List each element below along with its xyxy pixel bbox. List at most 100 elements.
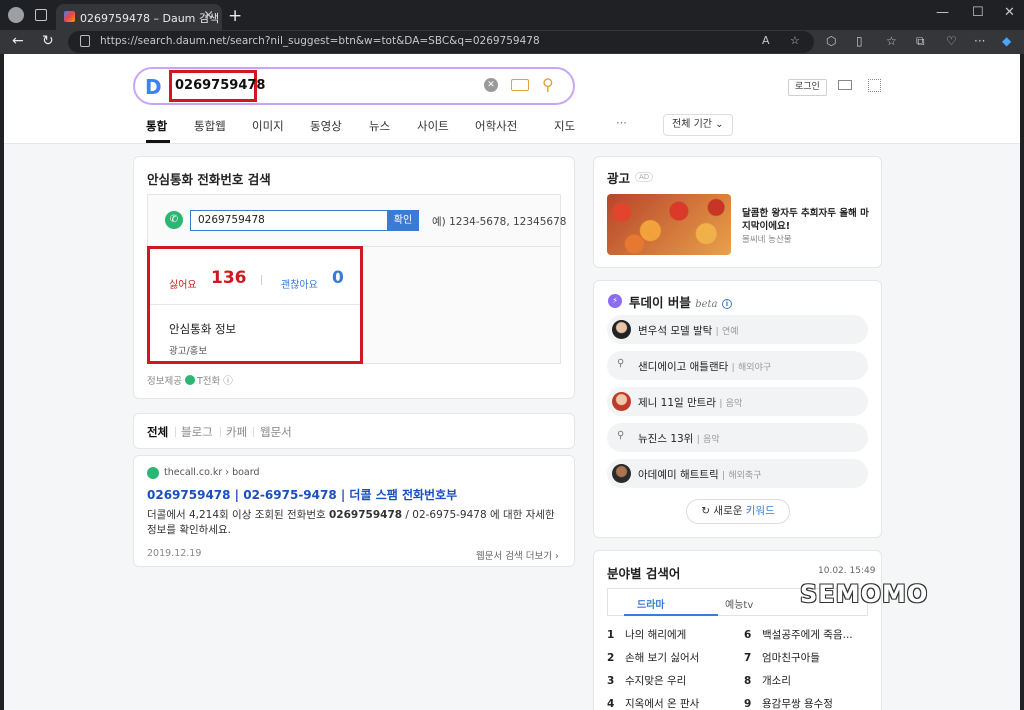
tab-news[interactable]: 뉴스: [369, 118, 390, 134]
address-bar: ← ↻ https://search.daum.net/search?nil_s…: [0, 30, 1024, 54]
field-keywords-card: 분야별 검색어 10.02. 15:49 드라마 예능tv 1 나의 해리에게 2…: [593, 550, 882, 710]
bubble-item[interactable]: 아데예미 해트트릭 | 해외축구: [607, 459, 868, 488]
profile-icon[interactable]: [8, 7, 24, 23]
back-icon[interactable]: ←: [12, 33, 24, 49]
bubble-item[interactable]: 제니 11일 만트라 | 음악: [607, 387, 868, 416]
result-tab-webdoc[interactable]: 웹문서: [260, 424, 292, 440]
bubble-item[interactable]: ⚲ 뉴진스 13위 | 음악: [607, 423, 868, 452]
omnibox[interactable]: https://search.daum.net/search?nil_sugge…: [68, 31, 814, 53]
list-item[interactable]: 9 용감무쌍 용수정: [744, 696, 833, 710]
provider-credit: 정보제공 T전화 ⓘ: [147, 373, 233, 387]
refresh-icon[interactable]: ↻: [42, 33, 54, 49]
list-item[interactable]: 8 개소리: [744, 673, 791, 688]
refresh-icon: ↻: [701, 505, 711, 517]
bubble-keyword: 제니 11일 만트라 | 음악: [638, 395, 742, 410]
keyboard-icon[interactable]: [511, 79, 529, 91]
extensions-icon[interactable]: ⬡: [826, 34, 836, 48]
provider-name[interactable]: T전화: [197, 376, 220, 387]
ad-image[interactable]: [607, 194, 731, 255]
clear-icon[interactable]: ✕: [484, 78, 498, 92]
menu-dots-icon[interactable]: ···: [974, 34, 985, 48]
tab-images[interactable]: 이미지: [252, 118, 284, 134]
dislike-count: 136: [211, 268, 247, 288]
rank: 7: [744, 652, 752, 664]
url-text[interactable]: https://search.daum.net/search?nil_sugge…: [100, 35, 540, 47]
split-screen-icon[interactable]: ▯: [856, 34, 863, 48]
period-filter-button[interactable]: 전체 기간 ⌄: [663, 114, 733, 136]
daum-logo-icon[interactable]: D: [145, 75, 162, 99]
refresh-keywords-button[interactable]: ↻ 새로운 키워드: [686, 499, 790, 524]
favorite-star-icon[interactable]: ☆: [790, 34, 800, 47]
login-button[interactable]: 로그인: [788, 79, 827, 96]
list-item[interactable]: 2 손해 보기 싫어서: [607, 650, 699, 665]
tab-integrated-web[interactable]: 통합웹: [194, 118, 226, 134]
mail-icon[interactable]: [838, 80, 852, 90]
tab-sites[interactable]: 사이트: [417, 118, 449, 134]
keyword-text: 손해 보기 싫어서: [625, 652, 700, 664]
refresh-label-keyword: 키워드: [745, 505, 775, 517]
ad-advertiser: 몰씨네 농산물: [742, 235, 792, 245]
keyword-text: 엄마친구아들: [762, 652, 820, 664]
result-site[interactable]: thecall.co.kr › board: [164, 467, 260, 478]
tab-dictionary[interactable]: 어학사전: [475, 118, 517, 134]
list-item[interactable]: 7 엄마친구아들: [744, 650, 820, 665]
list-item[interactable]: 4 지옥에서 온 판사: [607, 696, 699, 710]
favorites-icon[interactable]: ☆: [886, 34, 897, 48]
info-icon[interactable]: i: [721, 299, 732, 309]
search-header: D 0269759478 ✕ ⚲ 로그인 통합 통합웹 이미지 동영상 뉴스 사…: [4, 54, 1020, 144]
tab-integrated[interactable]: 통합: [146, 118, 167, 134]
list-item[interactable]: 1 나의 해리에게: [607, 627, 686, 642]
tab-map[interactable]: 지도: [554, 118, 575, 134]
lock-icon[interactable]: [80, 35, 90, 47]
confirm-button[interactable]: 확인: [387, 210, 419, 231]
divider: [220, 427, 221, 437]
collections-icon[interactable]: ⧉: [916, 34, 925, 49]
ok-label[interactable]: 괜찮아요: [281, 276, 318, 291]
health-icon[interactable]: ♡: [946, 34, 957, 48]
apps-grid-icon[interactable]: [868, 79, 881, 92]
tab-variety-tv[interactable]: 예능tv: [725, 596, 753, 611]
web-result-card: thecall.co.kr › board 0269759478 | 02-69…: [133, 455, 575, 567]
more-tabs-button[interactable]: ···: [616, 116, 627, 130]
close-window-icon[interactable]: ✕: [1004, 5, 1015, 20]
result-tab-all[interactable]: 전체: [147, 424, 168, 440]
bubble-keyword: 샌디에이고 애틀랜타 | 해외야구: [638, 359, 771, 374]
ad-text-link[interactable]: 달콤한 왕자두 추희자두 올해 마지막이에요!: [742, 207, 876, 233]
category-divider: |: [719, 399, 723, 409]
keyword-text: 나의 해리에게: [625, 629, 687, 641]
close-tab-icon[interactable]: ×: [203, 8, 214, 23]
phone-number-input[interactable]: 0269759478: [190, 210, 388, 231]
bubble-item[interactable]: 변우석 모델 발탁 | 연예: [607, 315, 868, 344]
phone-check-title: 안심통화 전화번호 검색: [147, 172, 271, 187]
tab-drama[interactable]: 드라마: [637, 596, 665, 611]
maximize-icon[interactable]: ☐: [972, 5, 984, 20]
info-icon[interactable]: ⓘ: [223, 376, 233, 387]
more-webdocs-link[interactable]: 웹문서 검색 더보기 ›: [476, 548, 559, 562]
search-icon[interactable]: ⚲: [542, 75, 554, 94]
desc-text: 더콜에서 4,214회 이상 조회된 전화번호: [147, 509, 329, 521]
list-item[interactable]: 3 수지맞은 우리: [607, 673, 686, 688]
result-tab-cafe[interactable]: 카페: [226, 424, 247, 440]
keyword-text: 개소리: [762, 675, 791, 687]
search-input[interactable]: 0269759478: [175, 78, 265, 93]
search-icon: ⚲: [617, 358, 625, 369]
tab-actions-icon[interactable]: [35, 9, 47, 21]
active-tab-underline: [146, 140, 170, 143]
read-aloud-icon[interactable]: A: [762, 34, 770, 47]
minimize-icon[interactable]: —: [936, 5, 949, 20]
keyword-text: 변우석 모델 발탁: [638, 325, 713, 337]
bubble-icon: ⚡: [608, 294, 622, 308]
new-tab-icon[interactable]: +: [228, 6, 242, 26]
keyword-text: 지옥에서 온 판사: [625, 698, 700, 710]
bubble-item[interactable]: ⚲ 샌디에이고 애틀랜타 | 해외야구: [607, 351, 868, 380]
rank: 3: [607, 675, 615, 687]
copilot-icon[interactable]: ◆: [1002, 34, 1011, 48]
tab-videos[interactable]: 동영상: [310, 118, 342, 134]
phone-icon: ✆: [165, 211, 183, 229]
result-title-link[interactable]: 0269759478 | 02-6975-9478 | 더콜 스팸 전화번호부: [147, 486, 457, 503]
search-box[interactable]: D 0269759478 ✕ ⚲: [133, 67, 575, 105]
browser-tab[interactable]: 0269759478 – Daum 검색 ×: [56, 4, 222, 30]
list-item[interactable]: 6 백설공주에게 죽음...: [744, 627, 853, 642]
dislike-label[interactable]: 싫어요: [169, 276, 197, 291]
result-tab-blog[interactable]: 블로그: [181, 424, 213, 440]
